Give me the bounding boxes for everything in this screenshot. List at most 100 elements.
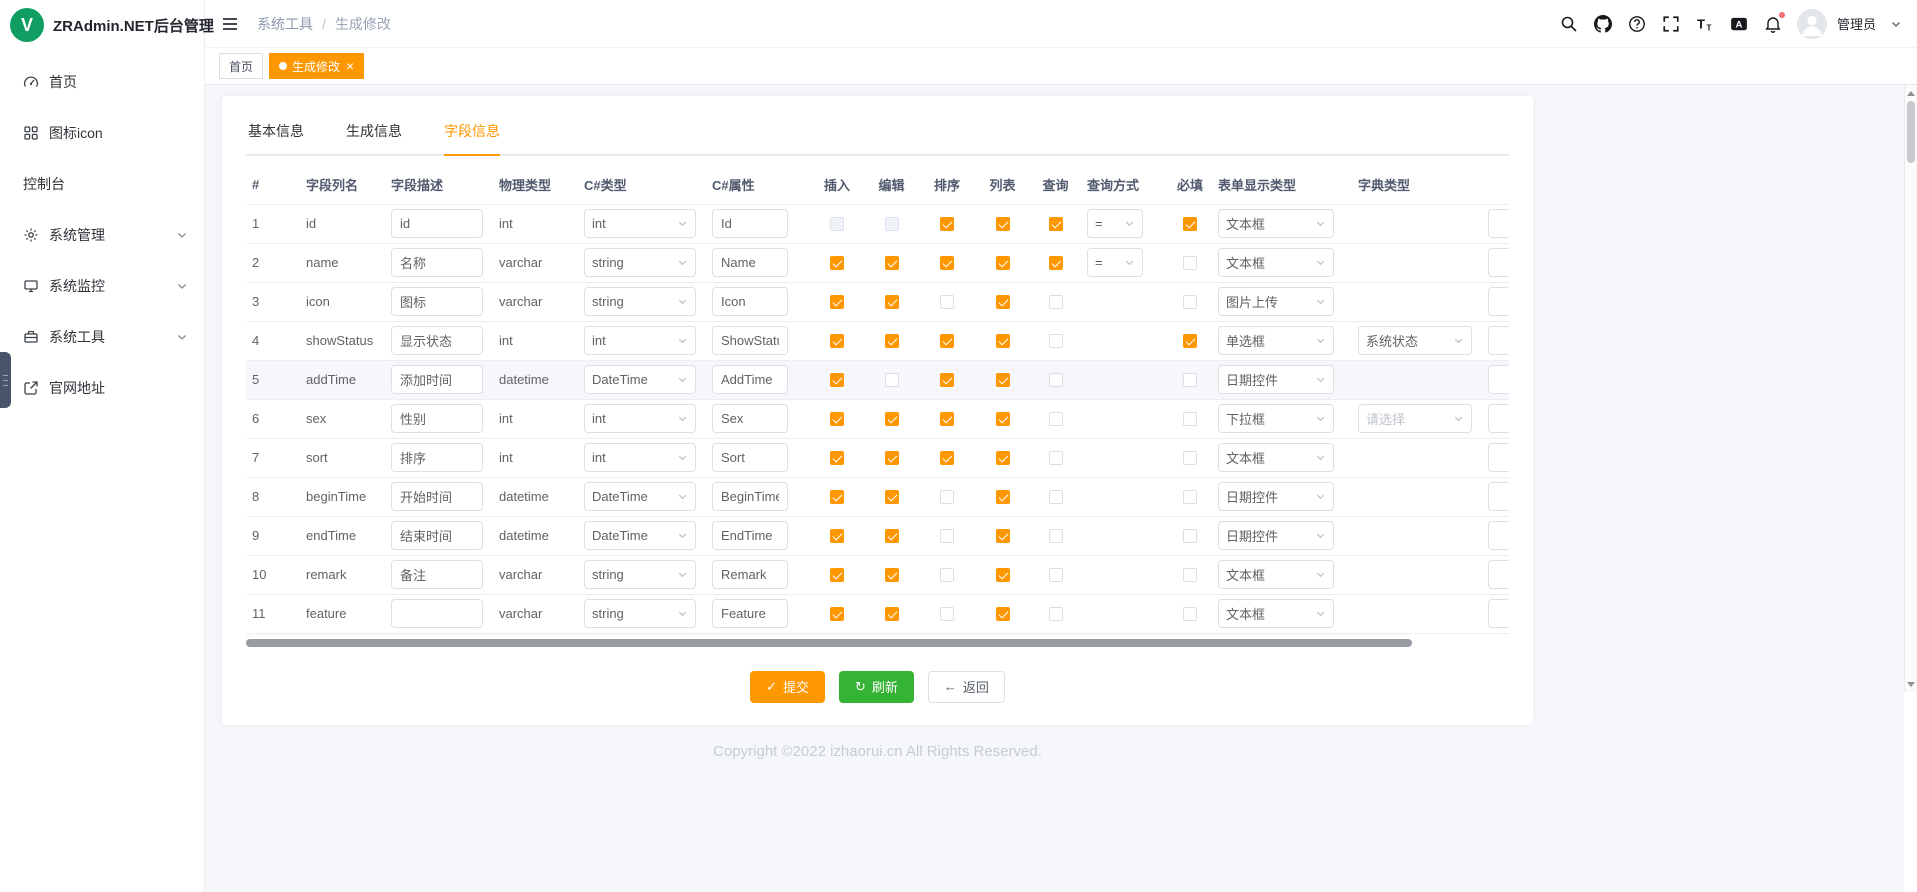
insert-checkbox[interactable]: [830, 568, 844, 582]
display-type-select[interactable]: 图片上传: [1218, 287, 1334, 316]
drawer-handle[interactable]: [0, 352, 11, 408]
insert-checkbox[interactable]: [830, 334, 844, 348]
list-checkbox[interactable]: [996, 217, 1010, 231]
display-type-select[interactable]: 日期控件: [1218, 482, 1334, 511]
field-desc-input[interactable]: [391, 365, 483, 394]
required-checkbox[interactable]: [1183, 217, 1197, 231]
query-checkbox[interactable]: [1049, 256, 1063, 270]
chevron-down-icon[interactable]: [1890, 18, 1902, 30]
list-checkbox[interactable]: [996, 295, 1010, 309]
sort-checkbox[interactable]: [940, 607, 954, 621]
dict-type-select[interactable]: 系统状态: [1358, 326, 1472, 355]
vertical-scrollbar[interactable]: [1904, 85, 1917, 692]
extra-input[interactable]: [1488, 248, 1509, 277]
query-checkbox[interactable]: [1049, 607, 1063, 621]
query-checkbox[interactable]: [1049, 568, 1063, 582]
tag-home[interactable]: 首页: [219, 53, 263, 79]
csharp-prop-input[interactable]: [712, 560, 788, 589]
csharp-prop-input[interactable]: [712, 365, 788, 394]
horizontal-scrollbar[interactable]: [246, 639, 1412, 647]
sort-checkbox[interactable]: [940, 373, 954, 387]
edit-checkbox[interactable]: [885, 607, 899, 621]
sort-checkbox[interactable]: [940, 568, 954, 582]
edit-checkbox[interactable]: [885, 568, 899, 582]
display-type-select[interactable]: 下拉框: [1218, 404, 1334, 433]
csharp-prop-input[interactable]: [712, 521, 788, 550]
query-checkbox[interactable]: [1049, 334, 1063, 348]
extra-input[interactable]: [1488, 443, 1509, 472]
list-checkbox[interactable]: [996, 568, 1010, 582]
extra-input[interactable]: [1488, 482, 1509, 511]
sort-checkbox[interactable]: [940, 217, 954, 231]
fullscreen-icon[interactable]: [1661, 14, 1681, 34]
field-desc-input[interactable]: [391, 521, 483, 550]
user-avatar[interactable]: [1797, 9, 1827, 39]
field-desc-input[interactable]: [391, 209, 483, 238]
sidebar-item-icons[interactable]: 图标icon: [0, 107, 204, 158]
query-checkbox[interactable]: [1049, 451, 1063, 465]
edit-checkbox[interactable]: [885, 529, 899, 543]
user-name[interactable]: 管理员: [1837, 14, 1876, 33]
csharp-type-select[interactable]: int: [584, 443, 696, 472]
insert-checkbox[interactable]: [830, 295, 844, 309]
csharp-type-select[interactable]: DateTime: [584, 365, 696, 394]
help-icon[interactable]: [1627, 14, 1647, 34]
edit-checkbox[interactable]: [885, 451, 899, 465]
sidebar-item-system-admin[interactable]: 系统管理: [0, 209, 204, 260]
edit-checkbox[interactable]: [885, 373, 899, 387]
field-desc-input[interactable]: [391, 443, 483, 472]
edit-checkbox[interactable]: [885, 490, 899, 504]
sort-checkbox[interactable]: [940, 451, 954, 465]
refresh-button[interactable]: ↻ 刷新: [839, 671, 914, 703]
display-type-select[interactable]: 文本框: [1218, 443, 1334, 472]
csharp-type-select[interactable]: int: [584, 326, 696, 355]
edit-checkbox[interactable]: [885, 256, 899, 270]
sort-checkbox[interactable]: [940, 334, 954, 348]
sidebar-item-console[interactable]: 控制台: [0, 158, 204, 209]
insert-checkbox[interactable]: [830, 607, 844, 621]
required-checkbox[interactable]: [1183, 373, 1197, 387]
display-type-select[interactable]: 文本框: [1218, 209, 1334, 238]
display-type-select[interactable]: 日期控件: [1218, 365, 1334, 394]
query-checkbox[interactable]: [1049, 490, 1063, 504]
collapse-menu-icon[interactable]: [220, 14, 240, 34]
csharp-type-select[interactable]: DateTime: [584, 482, 696, 511]
query-checkbox[interactable]: [1049, 373, 1063, 387]
search-icon[interactable]: [1559, 14, 1579, 34]
list-checkbox[interactable]: [996, 451, 1010, 465]
breadcrumb-item[interactable]: 系统工具: [257, 14, 313, 34]
list-checkbox[interactable]: [996, 607, 1010, 621]
field-desc-input[interactable]: [391, 326, 483, 355]
extra-input[interactable]: [1488, 287, 1509, 316]
query-checkbox[interactable]: [1049, 217, 1063, 231]
display-type-select[interactable]: 单选框: [1218, 326, 1334, 355]
sort-checkbox[interactable]: [940, 295, 954, 309]
extra-input[interactable]: [1488, 326, 1509, 355]
scroll-down-icon[interactable]: [1905, 678, 1917, 690]
display-type-select[interactable]: 文本框: [1218, 560, 1334, 589]
field-desc-input[interactable]: [391, 599, 483, 628]
csharp-type-select[interactable]: string: [584, 248, 696, 277]
csharp-type-select[interactable]: string: [584, 560, 696, 589]
field-desc-input[interactable]: [391, 482, 483, 511]
field-desc-input[interactable]: [391, 404, 483, 433]
scroll-up-icon[interactable]: [1905, 87, 1917, 99]
insert-checkbox[interactable]: [830, 373, 844, 387]
sort-checkbox[interactable]: [940, 256, 954, 270]
edit-checkbox[interactable]: [885, 334, 899, 348]
required-checkbox[interactable]: [1183, 529, 1197, 543]
tag-gen-edit[interactable]: 生成修改×: [269, 53, 364, 79]
list-checkbox[interactable]: [996, 373, 1010, 387]
required-checkbox[interactable]: [1183, 334, 1197, 348]
extra-input[interactable]: [1488, 599, 1509, 628]
required-checkbox[interactable]: [1183, 412, 1197, 426]
csharp-prop-input[interactable]: [712, 404, 788, 433]
csharp-prop-input[interactable]: [712, 287, 788, 316]
edit-checkbox[interactable]: [885, 295, 899, 309]
insert-checkbox[interactable]: [830, 451, 844, 465]
required-checkbox[interactable]: [1183, 607, 1197, 621]
csharp-type-select[interactable]: string: [584, 287, 696, 316]
insert-checkbox[interactable]: [830, 256, 844, 270]
edit-checkbox[interactable]: [885, 412, 899, 426]
extra-input[interactable]: [1488, 404, 1509, 433]
